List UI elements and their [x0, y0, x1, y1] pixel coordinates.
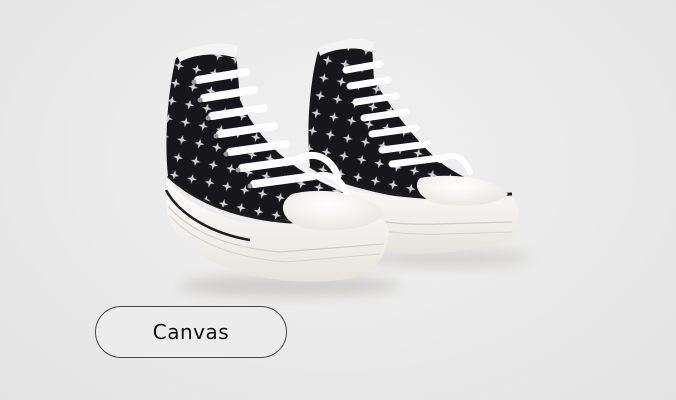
category-button[interactable]: Canvas [95, 306, 287, 358]
category-label: Canvas [152, 320, 230, 344]
product-card[interactable]: Canvas [0, 0, 676, 400]
